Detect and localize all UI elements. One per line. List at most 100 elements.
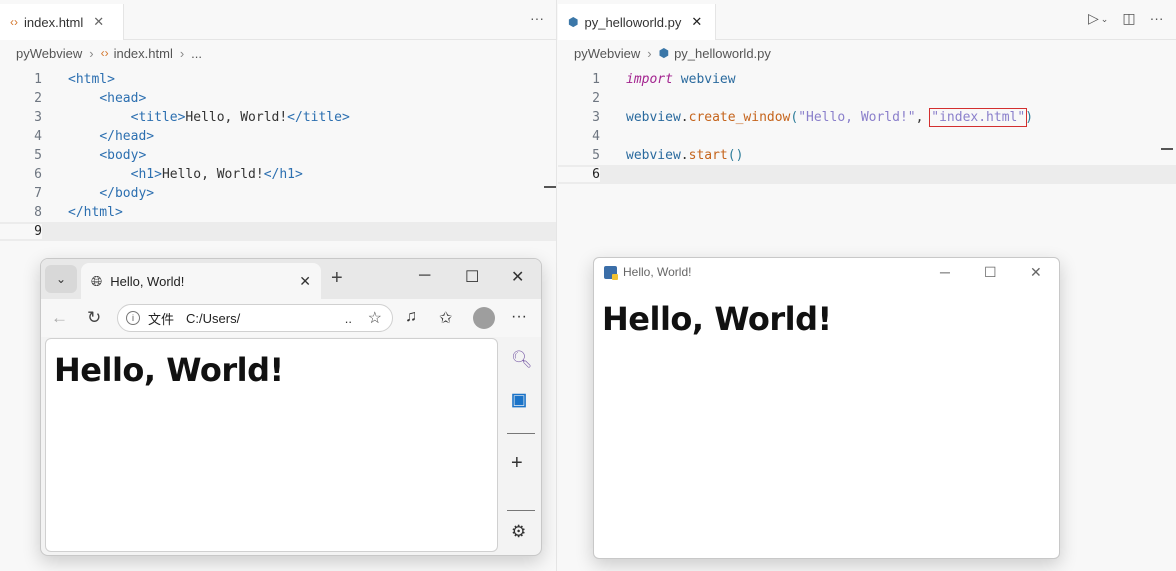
favorite-star-icon[interactable]: ☆	[368, 308, 382, 328]
close-window-icon[interactable]: ✕	[1030, 264, 1042, 281]
code-line: 4	[558, 127, 1176, 146]
line-number: 5	[592, 148, 600, 163]
line-number: 2	[592, 91, 600, 106]
code-line: 3 webview.create_window("Hello, World!", …	[558, 108, 1176, 127]
breadcrumb-more[interactable]: ...	[191, 46, 202, 61]
code-text: <title>Hello, World!</title>	[68, 110, 350, 125]
refresh-icon[interactable]: ↻	[87, 308, 101, 328]
media-control-icon[interactable]: ♫	[405, 308, 417, 326]
browser-tab[interactable]: 🌐︎ Hello, World! ✕	[81, 263, 321, 299]
code-text: </head>	[68, 129, 154, 144]
overview-ruler-cursor	[1161, 148, 1173, 150]
search-icon[interactable]: 🔍︎	[511, 350, 533, 370]
line-number: 3	[592, 110, 600, 125]
line-number: 6	[34, 167, 42, 182]
more-actions-label: ···	[530, 10, 544, 26]
gear-icon[interactable]: ⚙	[511, 522, 526, 542]
breadcrumb-folder[interactable]: pyWebview	[574, 46, 640, 61]
tab-py-helloworld[interactable]: ⬢ py_helloworld.py ✕	[558, 4, 716, 40]
code-line: 7 </body>	[0, 184, 556, 203]
minimize-icon[interactable]: ─	[940, 264, 950, 280]
keyword: import	[626, 72, 673, 87]
add-icon[interactable]: +	[511, 452, 523, 475]
address-bar[interactable]: i 文件 C:/Users/ .. ☆	[117, 304, 393, 332]
python-app-icon	[604, 265, 618, 280]
chevron-down-icon[interactable]: ⌄	[1101, 10, 1109, 28]
html-tag: </head>	[99, 129, 155, 144]
address-scheme-label: 文件	[148, 311, 175, 327]
close-tab-icon[interactable]: ✕	[299, 273, 311, 290]
address-value: C:/Users/	[186, 310, 241, 326]
function-name: create_window	[688, 110, 791, 125]
line-number: 9	[0, 224, 42, 239]
line-number: 4	[592, 129, 600, 144]
close-icon[interactable]: ✕	[93, 14, 104, 30]
html-tag: </body>	[99, 186, 155, 201]
tab-index-html[interactable]: ‹› index.html ✕	[0, 4, 124, 40]
split-editor-icon[interactable]: ◫	[1122, 10, 1135, 28]
chevron-right-icon: ›	[89, 45, 94, 61]
breadcrumb-file[interactable]: py_helloworld.py	[674, 46, 771, 61]
chevron-right-icon: ›	[179, 45, 185, 61]
code-editor[interactable]: 1 import webview 2 3 webview.create_window…	[558, 70, 1176, 184]
code-line: 1 import webview	[558, 70, 1176, 89]
run-icon[interactable]: ▷	[1088, 10, 1099, 28]
close-window-icon[interactable]: ✕	[511, 267, 524, 287]
line-number: 1	[592, 72, 600, 87]
html-tag: <title>	[130, 110, 186, 125]
code-line: 4 </head>	[0, 127, 556, 146]
sidebar-divider	[507, 433, 535, 434]
code-text: <html>	[68, 72, 115, 87]
new-tab-icon[interactable]: +	[331, 267, 343, 290]
window-title: Hello, World!	[623, 265, 692, 279]
code-text: webview.start()	[626, 148, 743, 163]
breadcrumb-file[interactable]: index.html	[114, 46, 173, 61]
comma: ,	[915, 110, 932, 125]
code-text: <head>	[68, 91, 146, 106]
html-tag: <head>	[99, 91, 147, 106]
html-tag: <body>	[99, 148, 147, 163]
browser-tab-title: Hello, World!	[110, 273, 185, 289]
breadcrumb: pyWebview › ⬢ py_helloworld.py	[558, 40, 1176, 66]
code-text: <body>	[68, 148, 146, 163]
html-tag: <html>	[68, 72, 115, 87]
minimize-icon[interactable]: ─	[419, 267, 430, 285]
settings-more-icon[interactable]: ···	[511, 308, 527, 326]
paren: ()	[727, 148, 744, 163]
favorites-icon[interactable]: ✩	[439, 308, 452, 328]
function-name: start	[688, 148, 728, 163]
string-literal: "Hello, World!"	[798, 110, 916, 125]
code-editor[interactable]: 1 <html> 2 <head> 3 <title>Hello, World!<…	[0, 70, 556, 241]
highlighted-string-literal: "index.html"	[929, 108, 1028, 127]
maximize-icon[interactable]: ☐	[465, 267, 479, 287]
tab-actions-menu[interactable]: ⌄	[45, 265, 77, 293]
line-number: 3	[34, 110, 42, 125]
more-actions-icon[interactable]: ···	[1150, 10, 1164, 28]
code-line: 5 webview.start()	[558, 146, 1176, 165]
maximize-icon[interactable]: ☐	[984, 264, 997, 281]
more-actions-icon[interactable]: ···	[530, 10, 544, 26]
tab-label: py_helloworld.py	[584, 14, 682, 30]
breadcrumb-folder[interactable]: pyWebview	[16, 46, 82, 61]
dot: .	[680, 110, 689, 125]
code-line: 6 <h1>Hello, World!</h1>	[0, 165, 556, 184]
code-line: 2 <head>	[0, 89, 556, 108]
paren: )	[1025, 110, 1034, 125]
outlook-icon[interactable]: ▣	[511, 390, 527, 410]
code-line: 2	[558, 89, 1176, 108]
line-number: 2	[34, 91, 42, 106]
avatar[interactable]	[473, 307, 495, 329]
html-tag: </h1>	[263, 167, 303, 182]
globe-icon: 🌐︎	[91, 272, 103, 289]
html-file-icon: ‹›	[10, 15, 18, 29]
line-number: 1	[34, 72, 42, 87]
back-icon[interactable]: ←	[51, 308, 68, 328]
pywebview-title-bar: Hello, World! ─ ☐ ✕	[594, 258, 1059, 286]
pywebview-window: Hello, World! ─ ☐ ✕ Hello, World!	[593, 257, 1060, 559]
info-icon[interactable]: i	[126, 311, 140, 325]
close-icon[interactable]: ✕	[691, 14, 702, 30]
line-number: 8	[34, 205, 42, 220]
